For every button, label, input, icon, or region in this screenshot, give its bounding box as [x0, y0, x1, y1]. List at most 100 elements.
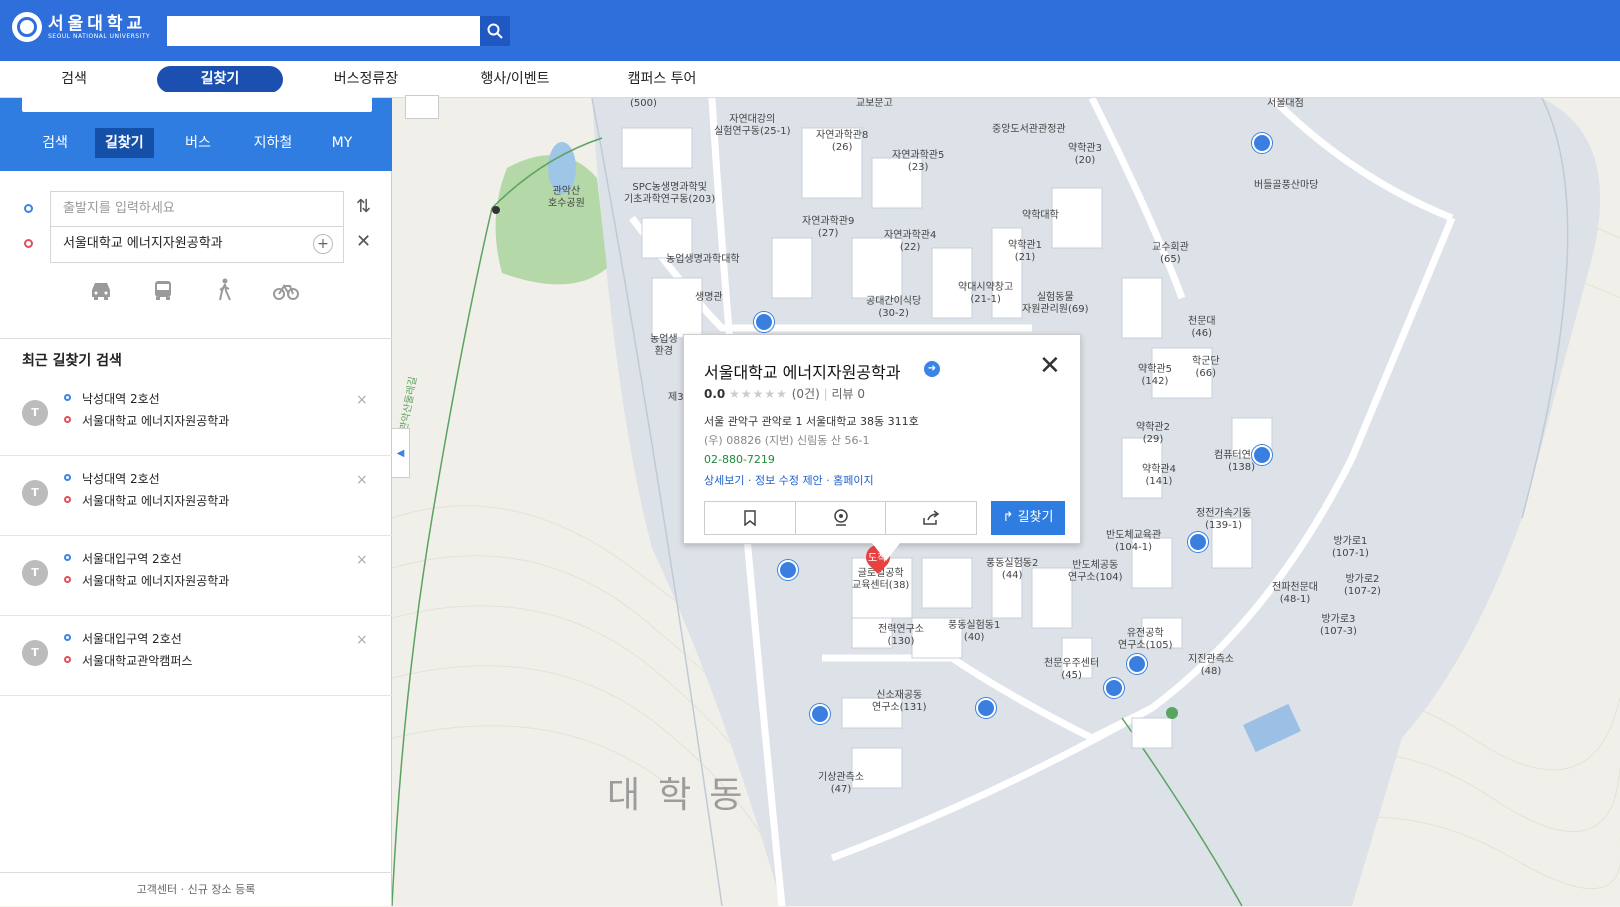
- recent-route-item[interactable]: T 낙성대역 2호선 서울대학교 에너지자원공학과 ×: [0, 456, 392, 536]
- search-input[interactable]: [167, 16, 480, 46]
- origin-input[interactable]: 출발지를 입력하세요: [50, 191, 344, 227]
- bus-stop-icon[interactable]: [754, 312, 774, 332]
- place-title[interactable]: 서울대학교 에너지자원공학과: [704, 359, 900, 383]
- share-icon: [923, 510, 940, 525]
- recent-route-item[interactable]: T 낙성대역 2호선 서울대학교 에너지자원공학과 ×: [0, 376, 392, 456]
- bus-stop-icon[interactable]: [778, 560, 798, 580]
- recent-destination: 서울대학교 에너지자원공학과: [82, 414, 230, 428]
- delete-recent-button[interactable]: ×: [356, 392, 368, 408]
- map-label: 전파천문대 (48-1): [1272, 582, 1318, 605]
- delete-recent-button[interactable]: ×: [356, 632, 368, 648]
- map-label: 자연과학관5 (23): [892, 150, 945, 173]
- destination-dot-icon: [64, 576, 71, 583]
- map-label: 천문우주센터 (45): [1044, 658, 1100, 681]
- snu-logo[interactable]: 서울대학교 SEOUL NATIONAL UNIVERSITY: [12, 12, 150, 42]
- delete-recent-button[interactable]: ×: [356, 552, 368, 568]
- collapse-panel-button[interactable]: ◀: [392, 428, 410, 478]
- nav-events[interactable]: 행사/이벤트: [460, 66, 570, 93]
- tab-my[interactable]: MY: [322, 128, 362, 158]
- transport-modes: [0, 278, 392, 318]
- map-label: 자연과학관4 (22): [884, 230, 937, 253]
- destination-value: 서울대학교 에너지자원공학과: [63, 236, 223, 251]
- place-address: 서울 관악구 관악로 1 서울대학교 38동 311호: [704, 415, 919, 428]
- place-links[interactable]: 상세보기 · 정보 수정 제안 · 홈페이지: [704, 472, 874, 488]
- route-inputs: 출발지를 입력하세요 서울대학교 에너지자원공학과 +: [50, 191, 344, 263]
- origin-dot-icon: [64, 634, 71, 641]
- map-label: 공대간이식당 (30-2): [866, 296, 922, 319]
- share-button[interactable]: [886, 502, 976, 534]
- review-count[interactable]: 리뷰 0: [831, 387, 865, 401]
- destination-pin-icon[interactable]: [405, 95, 439, 119]
- top-bar: 서울대학교 SEOUL NATIONAL UNIVERSITY: [0, 0, 1620, 61]
- map-label: 방가로2 (107-2): [1344, 574, 1381, 597]
- panel-divider: [0, 338, 392, 339]
- map-label: 자연과학관8 (26): [816, 130, 869, 153]
- map-label: 자연과학관9 (27): [802, 216, 855, 239]
- directions-label: 길찾기: [1017, 510, 1054, 525]
- bus-stop-icon[interactable]: [1252, 133, 1272, 153]
- bus-stop-icon[interactable]: [1104, 678, 1124, 698]
- map-label: 학군단 (66): [1192, 356, 1220, 379]
- nav-bus-stops[interactable]: 버스정류장: [316, 66, 416, 93]
- bus-stop-icon[interactable]: [1127, 654, 1147, 674]
- tab-search[interactable]: 검색: [35, 128, 75, 158]
- recent-route-item[interactable]: T 서울대입구역 2호선 서울대학교 에너지자원공학과 ×: [0, 536, 392, 616]
- rating-count: (0건): [791, 387, 820, 401]
- recent-origin: 서울대입구역 2호선: [82, 632, 182, 646]
- transit-route-icon: T: [22, 560, 48, 586]
- map-label: 풍동실험동2 (44): [986, 558, 1039, 581]
- walk-icon[interactable]: [212, 278, 242, 308]
- map-label: 약대시약창고 (21-1): [958, 282, 1014, 305]
- map-label: 농업생 환경: [650, 334, 678, 357]
- place-phone[interactable]: 02-880-7219: [704, 453, 775, 466]
- map-label: 서울대점: [1267, 98, 1304, 109]
- recent-destination: 서울대학교 에너지자원공학과: [82, 494, 230, 508]
- recent-route-item[interactable]: T 서울대입구역 2호선 서울대학교관악캠퍼스 ×: [0, 616, 392, 696]
- destination-input[interactable]: 서울대학교 에너지자원공학과 +: [50, 227, 344, 263]
- bookmark-button[interactable]: [705, 502, 796, 534]
- bike-icon[interactable]: [272, 278, 302, 308]
- bus-icon[interactable]: [150, 278, 180, 308]
- bus-stop-icon[interactable]: [1188, 532, 1208, 552]
- map-label: (500): [630, 98, 657, 109]
- map-label: 관악산 호수공원: [548, 186, 585, 209]
- transit-route-icon: T: [22, 480, 48, 506]
- place-detail-arrow-icon[interactable]: ➜: [924, 361, 940, 377]
- panel-search-stub[interactable]: [22, 92, 372, 112]
- tab-subway[interactable]: 지하철: [248, 128, 298, 158]
- nearby-button[interactable]: [796, 502, 887, 534]
- search-icon: [487, 23, 503, 39]
- nav-directions[interactable]: 길찾기: [157, 66, 283, 93]
- origin-dot-icon: [64, 394, 71, 401]
- tab-bus[interactable]: 버스: [178, 128, 218, 158]
- map-label: SPC농생명과학및 기초과학연구동(203): [624, 182, 716, 205]
- destination-dot-icon: [64, 416, 71, 423]
- bus-stop-icon[interactable]: [810, 704, 830, 724]
- map-label: 교보문고: [856, 98, 893, 109]
- recent-destination: 서울대학교관악캠퍼스: [82, 654, 193, 668]
- search-button[interactable]: [480, 16, 510, 46]
- map-label: 유전공학 연구소(105): [1118, 628, 1173, 651]
- map-label: 약학관3 (20): [1068, 143, 1102, 166]
- bus-stop-icon[interactable]: [976, 698, 996, 718]
- directions-button[interactable]: ↱ 길찾기: [991, 501, 1065, 535]
- add-waypoint-button[interactable]: +: [313, 234, 333, 254]
- panel-footer[interactable]: 고객센터 · 신규 장소 등록: [0, 872, 392, 906]
- nav-search[interactable]: 검색: [34, 66, 114, 93]
- close-icon[interactable]: ✕: [356, 231, 371, 252]
- origin-dot-icon: [24, 204, 33, 213]
- tab-directions[interactable]: 길찾기: [95, 128, 154, 158]
- popup-actions: [704, 501, 977, 535]
- recent-destination: 서울대학교 에너지자원공학과: [82, 574, 230, 588]
- map-label: 정전가속기동 (139-1): [1196, 508, 1252, 531]
- map-label: 글로벌공학 교육센터(38): [852, 568, 910, 591]
- map-label: 생명관: [695, 292, 723, 303]
- swap-icon[interactable]: ⇅: [356, 196, 371, 217]
- popup-close-button[interactable]: ✕: [1039, 353, 1061, 379]
- map-label: 실험동물 자원관리원(69): [1022, 292, 1089, 315]
- delete-recent-button[interactable]: ×: [356, 472, 368, 488]
- panel-tabs: 검색 길찾기 버스 지하철 MY: [0, 128, 392, 158]
- car-icon[interactable]: [88, 278, 118, 308]
- nav-campus-tour[interactable]: 캠퍼스 투어: [612, 66, 712, 93]
- bus-stop-icon[interactable]: [1252, 445, 1272, 465]
